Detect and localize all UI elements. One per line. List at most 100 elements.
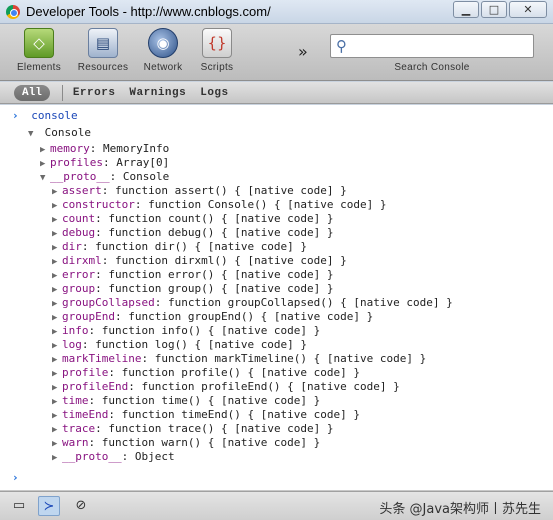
tab-scripts-label: Scripts [200,62,234,73]
property-key: profiles [50,156,103,169]
collapsed-triangle-icon[interactable]: ▶ [52,311,62,325]
collapsed-triangle-icon[interactable]: ▶ [52,213,62,227]
console-property-row[interactable]: ▼ __proto__: Console [40,170,169,184]
proto-member-row[interactable]: ▶ dir: function dir() { [native code] } [52,240,307,254]
window-controls: ▁ □ ✕ [451,1,547,18]
collapsed-triangle-icon[interactable]: ▶ [52,255,62,269]
member-key: count [62,212,96,225]
collapsed-triangle-icon[interactable]: ▶ [52,185,62,199]
collapsed-triangle-icon[interactable]: ▶ [52,437,62,451]
console-output[interactable]: › console ▼ Console ▶ memory: MemoryInfo ▶… [0,105,553,491]
member-value: function info() { [native code] } [101,324,321,337]
collapsed-triangle-icon[interactable]: ▶ [52,283,62,297]
dock-toggle-icon[interactable]: ▭ [8,496,30,516]
collapsed-triangle-icon[interactable]: ▶ [52,241,62,255]
proto-member-row[interactable]: ▶ constructor: function Console() { [nati… [52,198,387,212]
tab-resources[interactable]: ▤ Resources [72,28,134,78]
collapsed-triangle-icon[interactable]: ▶ [52,269,62,283]
tab-scripts[interactable]: {} Scripts [186,28,248,78]
proto-member-row[interactable]: ▶ trace: function trace() { [native code]… [52,422,334,436]
member-key: error [62,268,96,281]
tab-elements-label: Elements [16,62,62,73]
collapsed-triangle-icon[interactable]: ▶ [52,199,62,213]
collapsed-triangle-icon[interactable]: ▶ [40,157,50,171]
proto-member-row[interactable]: ▶ timeEnd: function timeEnd() { [native c… [52,408,360,422]
member-separator: : [121,450,135,463]
member-key: debug [62,226,96,239]
member-separator: : [141,352,155,365]
proto-member-row[interactable]: ▶ group: function group() { [native code]… [52,282,334,296]
member-separator: : [101,254,115,267]
proto-member-row[interactable]: ▶ count: function count() { [native code]… [52,212,334,226]
proto-member-row[interactable]: ▶ dirxml: function dirxml() { [native cod… [52,254,347,268]
collapsed-triangle-icon[interactable]: ▶ [52,395,62,409]
member-key: info [62,324,89,337]
collapsed-triangle-icon[interactable]: ▶ [52,381,62,395]
proto-member-row[interactable]: ▶ time: function time() { [native code] } [52,394,320,408]
console-toggle-icon[interactable]: ≻ [38,496,60,516]
window-title: Developer Tools - http://www.cnblogs.com… [26,4,271,19]
proto-member-row[interactable]: ▶ __proto__: Object [52,450,175,464]
proto-member-row[interactable]: ▶ markTimeline: function markTimeline() {… [52,352,426,366]
proto-member-row[interactable]: ▶ log: function log() { [native code] } [52,338,307,352]
member-separator: : [108,408,122,421]
tab-network-label: Network [143,62,183,73]
window-titlebar[interactable]: Developer Tools - http://www.cnblogs.com… [0,0,553,24]
proto-member-row[interactable]: ▶ profileEnd: function profileEnd() { [na… [52,380,400,394]
member-value: function error() { [native code] } [108,268,334,281]
console-object-row[interactable]: ▼ Console [28,126,91,140]
expanded-triangle-icon[interactable]: ▼ [40,171,50,185]
member-value: function markTimeline() { [native code] … [154,352,427,365]
member-separator: : [95,226,109,239]
console-property-row[interactable]: ▶ profiles: Array[0] [40,156,169,170]
collapsed-triangle-icon[interactable]: ▶ [52,409,62,423]
collapsed-triangle-icon[interactable]: ▶ [52,227,62,241]
console-command: console [31,109,78,122]
more-tabs-chevron-icon[interactable]: » [298,42,308,61]
property-separator: : [109,170,123,183]
search-console-label: Search Console [394,62,470,73]
member-key: assert [62,184,102,197]
minimize-button[interactable]: ▁ [453,1,479,18]
proto-member-row[interactable]: ▶ assert: function assert() { [native cod… [52,184,347,198]
close-button[interactable]: ✕ [509,1,547,18]
member-key: warn [62,436,89,449]
tab-network[interactable]: ◉ Network [132,28,194,78]
member-value: function profile() { [native code] } [121,366,361,379]
filter-warnings[interactable]: Warnings [129,87,186,99]
scripts-icon: {} [202,28,232,58]
member-value: function debug() { [native code] } [108,226,334,239]
filter-logs[interactable]: Logs [200,87,228,99]
member-key: dirxml [62,254,102,267]
console-input-line[interactable]: › [12,471,19,485]
proto-member-row[interactable]: ▶ error: function error() { [native code]… [52,268,334,282]
member-key: profileEnd [62,380,129,393]
collapsed-triangle-icon[interactable]: ▶ [40,143,50,157]
proto-member-row[interactable]: ▶ groupCollapsed: function groupCollapsed… [52,296,453,310]
collapsed-triangle-icon[interactable]: ▶ [52,353,62,367]
proto-member-row[interactable]: ▶ info: function info() { [native code] } [52,324,320,338]
maximize-button[interactable]: □ [481,1,507,18]
search-console-input[interactable] [351,36,533,56]
property-value: Array[0] [116,156,170,169]
proto-member-row[interactable]: ▶ groupEnd: function groupEnd() { [native… [52,310,373,324]
console-property-row[interactable]: ▶ memory: MemoryInfo [40,142,169,156]
proto-member-row[interactable]: ▶ profile: function profile() { [native c… [52,366,360,380]
collapsed-triangle-icon[interactable]: ▶ [52,339,62,353]
proto-member-row[interactable]: ▶ debug: function debug() { [native code]… [52,226,334,240]
filter-errors[interactable]: Errors [73,87,116,99]
expanded-triangle-icon[interactable]: ▼ [28,127,38,141]
member-value: function group() { [native code] } [108,282,334,295]
resources-icon: ▤ [88,28,118,58]
member-separator: : [134,198,149,211]
tab-elements[interactable]: ◇ Elements [8,28,70,78]
collapsed-triangle-icon[interactable]: ▶ [52,367,62,381]
collapsed-triangle-icon[interactable]: ▶ [52,423,62,437]
collapsed-triangle-icon[interactable]: ▶ [52,297,62,311]
collapsed-triangle-icon[interactable]: ▶ [52,451,62,465]
member-value: function warn() { [native code] } [101,436,321,449]
filter-all[interactable]: All [14,84,50,101]
proto-member-row[interactable]: ▶ warn: function warn() { [native code] } [52,436,320,450]
clear-console-icon[interactable]: ⊘ [70,496,92,516]
collapsed-triangle-icon[interactable]: ▶ [52,325,62,339]
